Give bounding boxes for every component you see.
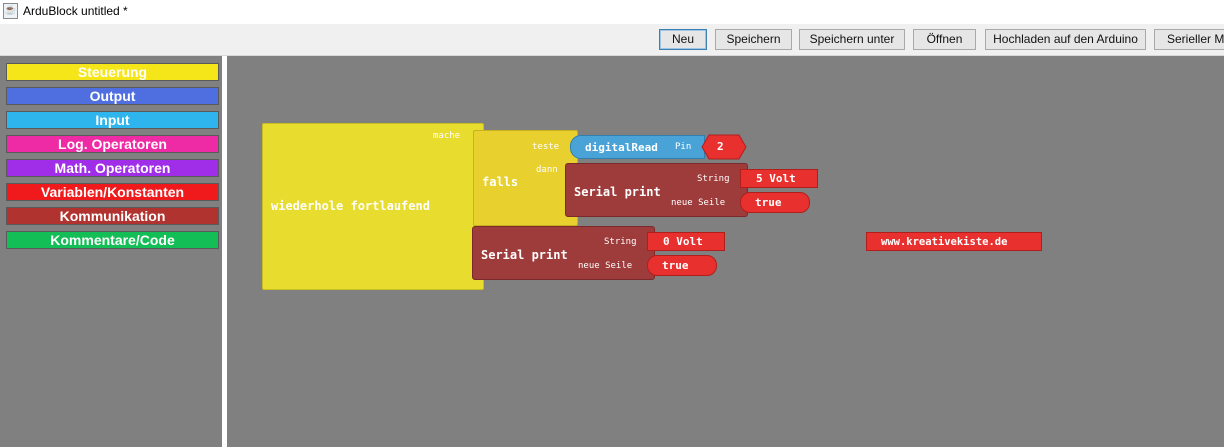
serial-monitor-button[interactable]: Serieller Mon [1154, 29, 1224, 50]
if-label: falls [482, 175, 519, 189]
serial-print-1-newline-label: neue Seile [671, 198, 726, 208]
serial-print-block-1[interactable]: Serial print String neue Seile [565, 163, 748, 217]
loop-block[interactable]: wiederhole fortlaufend mache [262, 123, 484, 290]
category-kommentare-code[interactable]: Kommentare/Code [6, 231, 219, 249]
pin-value-block[interactable] [701, 134, 747, 160]
digital-read-block[interactable]: digitalRead Pin [570, 135, 705, 159]
category-kommunikation[interactable]: Kommunikation [6, 207, 219, 225]
if-block[interactable]: falls teste dann [473, 130, 578, 226]
category-variablen-konstanten[interactable]: Variablen/Konstanten [6, 183, 219, 201]
toolbar: Neu Speichern Speichern unter Öffnen Hoc… [0, 24, 1224, 56]
if-then-label: dann [536, 165, 558, 175]
category-math-operatoren[interactable]: Math. Operatoren [6, 159, 219, 177]
loop-label: wiederhole fortlaufend [271, 199, 430, 213]
workspace-canvas[interactable]: wiederhole fortlaufend mache falls teste… [227, 56, 1224, 447]
bool-true-value-2: true [662, 259, 689, 272]
bool-true-block-2[interactable]: true [647, 255, 717, 276]
digital-read-label: digitalRead [585, 141, 658, 154]
java-app-icon: ☕ [3, 3, 18, 19]
string-5-volt-value: 5 Volt [756, 172, 796, 185]
string-website-value: www.kreativekiste.de [881, 236, 1008, 248]
category-log-operatoren[interactable]: Log. Operatoren [6, 135, 219, 153]
new-button[interactable]: Neu [659, 29, 707, 50]
string-0-volt-value: 0 Volt [663, 235, 703, 248]
category-output[interactable]: Output [6, 87, 219, 105]
serial-print-block-2[interactable]: Serial print String neue Seile [472, 226, 655, 280]
pin-value: 2 [717, 140, 724, 153]
pin-label: Pin [675, 142, 692, 152]
save-button[interactable]: Speichern [715, 29, 792, 50]
serial-print-2-label: Serial print [481, 248, 568, 262]
serial-print-1-label: Serial print [574, 185, 661, 199]
upload-to-arduino-button[interactable]: Hochladen auf den Arduino [985, 29, 1146, 50]
window-title: ArduBlock untitled * [23, 4, 128, 18]
save-as-button[interactable]: Speichern unter [799, 29, 905, 50]
serial-print-2-newline-label: neue Seile [578, 261, 633, 271]
category-steuerung[interactable]: Steuerung [6, 63, 219, 81]
if-test-label: teste [532, 142, 560, 152]
bool-true-block-1[interactable]: true [740, 192, 810, 213]
title-bar: ☕ ArduBlock untitled * [0, 0, 1224, 24]
category-input[interactable]: Input [6, 111, 219, 129]
loop-slot-label: mache [433, 131, 461, 141]
string-5-volt-block[interactable]: 5 Volt [740, 169, 818, 188]
string-website-block[interactable]: www.kreativekiste.de [866, 232, 1042, 251]
serial-print-2-string-label: String [604, 237, 637, 247]
open-button[interactable]: Öffnen [913, 29, 976, 50]
string-0-volt-block[interactable]: 0 Volt [647, 232, 725, 251]
block-palette: Steuerung Output Input Log. Operatoren M… [0, 56, 222, 447]
bool-true-value-1: true [755, 196, 782, 209]
serial-print-1-string-label: String [697, 174, 730, 184]
